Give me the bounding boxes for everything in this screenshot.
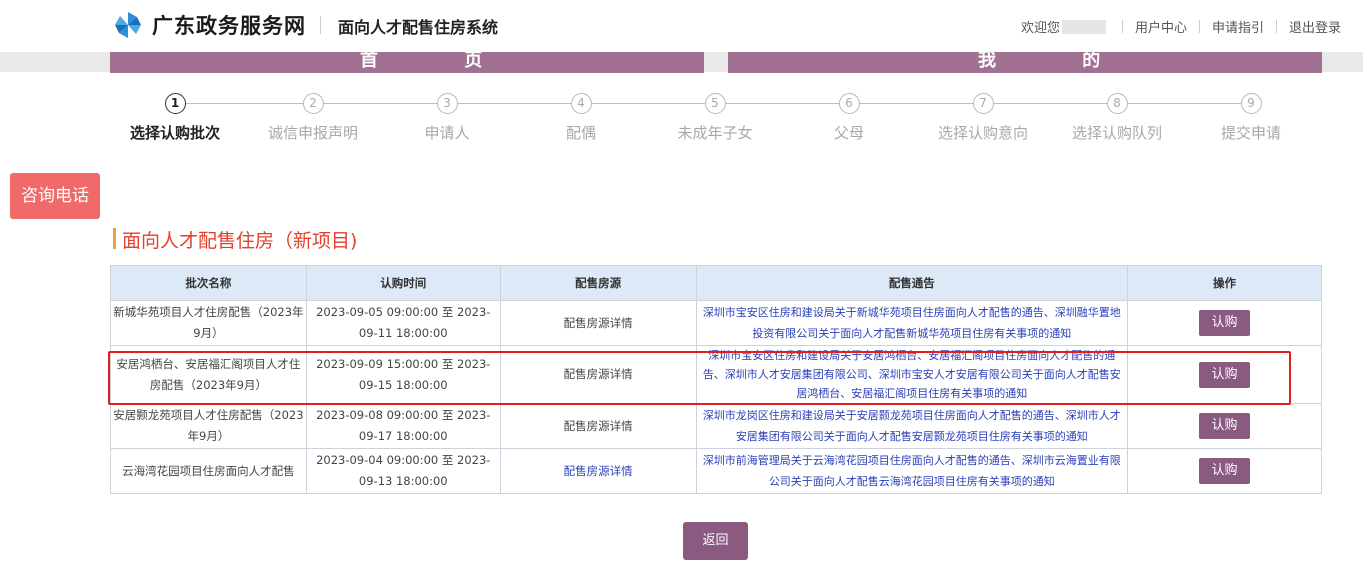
nav-home-label: 首 页 [360,50,523,71]
subscribe-button[interactable]: 认购 [1199,413,1251,439]
step-label: 提交申请 [1220,124,1281,142]
column-header: 配售房源 [499,265,697,301]
step-label: 选择认购队列 [1071,124,1162,142]
step-number: 7 [972,93,994,114]
step-number: 9 [1240,93,1262,114]
username-redacted [1061,19,1106,34]
nav-home[interactable]: 首 页 [110,50,704,73]
table-row: 安居颢龙苑项目人才住房配售（2023年9月） 2023-09-08 09:00:… [110,403,1322,449]
application-guide-link[interactable]: 申请指引 [1212,17,1264,36]
pinwheel-logo-icon [115,12,141,38]
step-label: 诚信申报声明 [267,124,358,142]
step-label: 未成年子女 [677,124,753,142]
step-label: 父母 [833,124,864,142]
logout-link[interactable]: 退出登录 [1289,17,1341,36]
subscription-time: 2023-09-04 09:00:00 至 2023-09-13 18:00:0… [305,448,501,494]
subscribe-button[interactable]: 认购 [1199,361,1251,388]
batch-name: 新城华苑项目人才住房配售（2023年9月） [110,300,307,346]
step-3: 3 申请人 [382,93,512,143]
notice-link[interactable]: 深圳市龙岗区住房和建设局关于安居颢龙苑项目住房面向人才配售的通告、深圳市人才安居… [695,403,1129,449]
site-name: 广东政务服务网 [152,14,306,38]
step-label: 配偶 [565,124,596,142]
table-row: 安居鸿栖台、安居福汇阁项目人才住房配售（2023年9月） 2023-09-09 … [110,345,1322,404]
step-label: 选择认购批次 [129,124,220,142]
welcome-text: 欢迎您 [1020,21,1060,36]
table-row: 新城华苑项目人才住房配售（2023年9月） 2023-09-05 09:00:0… [110,300,1322,346]
housing-source-link[interactable]: 配售房源详情 [499,448,697,494]
subscription-time: 2023-09-05 09:00:00 至 2023-09-11 18:00:0… [305,300,501,346]
step-number: 6 [838,93,860,114]
column-header: 批次名称 [110,265,307,301]
subscription-time: 2023-09-08 09:00:00 至 2023-09-17 18:00:0… [305,403,501,449]
step-number: 8 [1106,93,1128,114]
step-number: 4 [570,93,592,114]
step-number: 5 [704,93,726,114]
notice-link[interactable]: 深圳市前海管理局关于云海湾花园项目住房面向人才配售的通告、深圳市云海置业有限公司… [695,448,1129,494]
step-8: 8 选择认购队列 [1052,93,1182,143]
step-9: 9 提交申请 [1186,93,1316,143]
step-6: 6 父母 [784,93,914,143]
system-name: 面向人才配售住房系统 [338,18,499,37]
section-title: 面向人才配售住房（新项目) [113,226,357,253]
housing-source-link[interactable]: 配售房源详情 [499,345,697,404]
step-4: 4 配偶 [516,93,646,143]
step-2: 2 诚信申报声明 [248,93,378,143]
housing-source-link[interactable]: 配售房源详情 [499,300,697,346]
batch-name: 安居颢龙苑项目人才住房配售（2023年9月） [110,403,307,449]
column-header: 操作 [1127,265,1322,301]
step-7: 7 选择认购意向 [918,93,1048,143]
title-divider [320,16,321,34]
table-header-row: 批次名称 认购时间 配售房源 配售通告 操作 [110,265,1322,301]
subscribe-button[interactable]: 认购 [1199,310,1251,336]
step-5: 5 未成年子女 [650,93,780,143]
column-header: 认购时间 [305,265,501,301]
step-label: 选择认购意向 [937,124,1028,142]
step-1: 1 选择认购批次 [110,93,240,143]
subscribe-button[interactable]: 认购 [1199,458,1251,484]
notice-link[interactable]: 深圳市宝安区住房和建设局关于安居鸿栖台、安居福汇阁项目住房面向人才配售的通告、深… [695,345,1129,404]
batch-name: 云海湾花园项目住房面向人才配售 [110,448,307,494]
back-button[interactable]: 返回 [683,522,748,560]
column-header: 配售通告 [695,265,1129,301]
user-links: 欢迎您 用户中心 申请指引 退出登录 [1021,17,1341,36]
hotline-button[interactable]: 咨询电话 [10,173,100,219]
nav-mine-label: 我 的 [978,50,1141,71]
step-number: 3 [436,93,458,114]
batch-table: 批次名称 认购时间 配售房源 配售通告 操作 新城华苑项目人才住房配售（2023… [110,265,1322,494]
user-center-link[interactable]: 用户中心 [1135,17,1187,36]
batch-name: 安居鸿栖台、安居福汇阁项目人才住房配售（2023年9月） [110,345,307,404]
steps-progress: 1 选择认购批次 2 诚信申报声明 3 申请人 4 配偶 5 未成年子女 6 父… [110,73,1322,208]
notice-link[interactable]: 深圳市宝安区住房和建设局关于新城华苑项目住房面向人才配售的通告、深圳融华置地投资… [695,300,1129,346]
top-header: 广东政务服务网 面向人才配售住房系统 欢迎您 用户中心 申请指引 退出登录 [0,0,1363,52]
step-number: 2 [302,93,324,114]
step-label: 申请人 [424,124,470,142]
nav-mine[interactable]: 我 的 [728,50,1322,73]
table-row: 云海湾花园项目住房面向人才配售 2023-09-04 09:00:00 至 20… [110,448,1322,494]
step-number: 1 [164,93,186,114]
subscription-time: 2023-09-09 15:00:00 至 2023-09-15 18:00:0… [305,345,501,404]
housing-source-link[interactable]: 配售房源详情 [499,403,697,449]
